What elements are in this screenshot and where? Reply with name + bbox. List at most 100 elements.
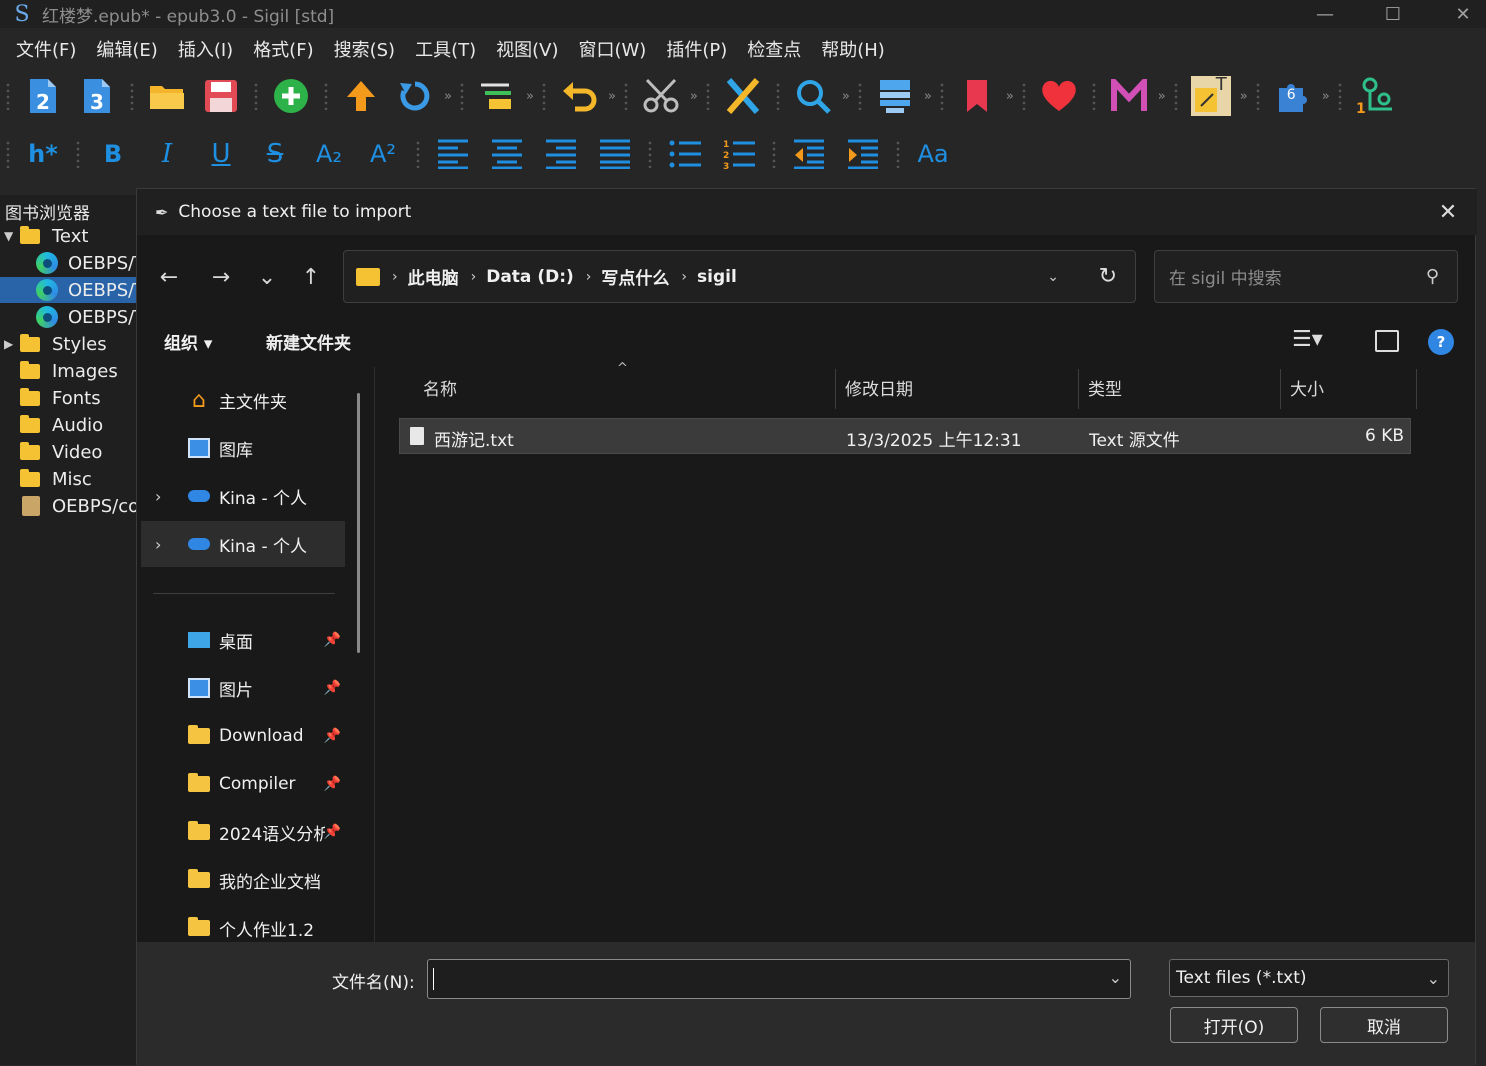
italic-button[interactable]: I (147, 134, 187, 174)
chevron-down-icon[interactable]: ⌄ (1047, 269, 1059, 285)
menu-tools[interactable]: 工具(T) (405, 36, 486, 62)
toolbar-grip[interactable] (857, 82, 862, 110)
toolbar-grip[interactable] (541, 82, 546, 110)
back-button[interactable]: ← (151, 259, 187, 295)
subscript-button[interactable]: A₂ (309, 134, 349, 174)
heading-button[interactable]: h* (23, 134, 63, 174)
refresh-icon[interactable] (395, 76, 435, 116)
filetype-select[interactable]: Text files (*.txt) ⌄ (1169, 959, 1449, 997)
column-size[interactable]: 大小 (1290, 375, 1324, 400)
align-left-icon[interactable] (433, 134, 473, 174)
align-right-icon[interactable] (541, 134, 581, 174)
expand-arrow-icon[interactable]: » (526, 89, 534, 104)
nav-desktop[interactable]: 桌面 📌 (141, 617, 345, 663)
menu-search[interactable]: 搜索(S) (324, 36, 405, 62)
expand-arrow-icon[interactable]: » (608, 89, 616, 104)
breadcrumb-folder[interactable]: 写点什么 (601, 264, 669, 289)
underline-button[interactable]: U (201, 134, 241, 174)
up-button[interactable]: ↑ (293, 259, 329, 295)
plugin-icon[interactable]: 6 (1273, 76, 1313, 116)
tree-folder-images[interactable]: Images (0, 358, 137, 384)
maximize-button[interactable]: ☐ (1358, 0, 1428, 28)
toolbar-grip[interactable] (416, 140, 420, 168)
nav-gallery[interactable]: 图库 (141, 425, 345, 471)
expand-arrow-icon[interactable]: » (444, 89, 452, 104)
expand-arrow-icon[interactable]: » (842, 89, 850, 104)
breadcrumb-this-pc[interactable]: 此电脑 (408, 264, 459, 289)
pin-icon[interactable]: 📌 (324, 680, 341, 696)
tree-folder-fonts[interactable]: Fonts (0, 385, 137, 411)
toolbar-grip[interactable] (772, 140, 776, 168)
bullet-list-icon[interactable] (665, 134, 705, 174)
toolbar-grip[interactable] (896, 140, 900, 168)
menu-window[interactable]: 窗口(W) (568, 36, 656, 62)
chevron-right-icon[interactable]: › (155, 535, 161, 554)
nav-onedrive-active[interactable]: › Kina - 个人 (141, 521, 345, 567)
preview-pane-icon[interactable] (1375, 330, 1399, 352)
text-insert-icon[interactable]: T (1190, 74, 1231, 116)
filename-input[interactable]: ⌄ (427, 959, 1131, 999)
tree-file-opf[interactable]: OEBPS/content.opf (0, 493, 137, 519)
new-folder-button[interactable]: 新建文件夹 (266, 329, 351, 354)
nav-compiler[interactable]: Compiler 📌 (141, 761, 345, 807)
nav-2024[interactable]: 2024语义分析 📌 (141, 809, 345, 855)
toolbar-grip[interactable] (623, 82, 628, 110)
forward-button[interactable]: → (203, 259, 239, 295)
toolbar-grip[interactable] (1255, 82, 1260, 110)
align-justify-icon[interactable] (595, 134, 635, 174)
tree-folder-misc[interactable]: Misc (0, 466, 137, 492)
expand-arrow-icon[interactable]: » (1158, 89, 1166, 104)
view-options-icon[interactable]: ☰▾ (1292, 327, 1323, 352)
pin-icon[interactable]: 📌 (324, 632, 341, 648)
change-case-button[interactable]: Aa (913, 134, 953, 174)
menu-insert[interactable]: 插入(I) (168, 36, 243, 62)
tree-file[interactable]: OEBPS/Text/ (0, 250, 137, 276)
strikethrough-button[interactable]: S (255, 134, 295, 174)
expand-arrow-icon[interactable]: » (1006, 89, 1014, 104)
expand-arrow-icon[interactable]: » (1240, 89, 1248, 104)
pin-icon[interactable]: 📌 (324, 776, 341, 792)
outdent-icon[interactable] (789, 134, 829, 174)
pin-icon[interactable]: 📌 (324, 824, 341, 840)
nav-home[interactable]: ⌂ 主文件夹 (141, 377, 345, 423)
menu-help[interactable]: 帮助(H) (811, 36, 895, 62)
bold-button[interactable]: B (93, 134, 133, 174)
menu-checkpoints[interactable]: 检查点 (737, 36, 811, 62)
menu-edit[interactable]: 编辑(E) (86, 36, 167, 62)
toolbar-grip[interactable] (1091, 82, 1096, 110)
expand-right-icon[interactable]: ▶ (0, 337, 20, 351)
tree-folder-text[interactable]: ▼ Text (0, 223, 137, 249)
column-divider[interactable] (1078, 369, 1079, 409)
bookmark-icon[interactable] (957, 76, 997, 116)
split-icon[interactable] (477, 76, 517, 116)
address-bar[interactable]: › 此电脑 › Data (D:) › 写点什么 › sigil ⌄ ↻ (343, 250, 1136, 303)
tree-folder-video[interactable]: Video (0, 439, 137, 465)
toolbar-grip[interactable] (6, 82, 10, 110)
toolbar-grip[interactable] (939, 82, 944, 110)
nav-homework[interactable]: 个人作业1.2 (141, 905, 345, 942)
toolbar-grip[interactable] (1173, 82, 1178, 110)
toolbar-grip[interactable] (76, 140, 80, 168)
search-input[interactable]: 在 sigil 中搜索 ⚲ (1154, 250, 1458, 303)
toolbar-grip[interactable] (705, 82, 710, 110)
m-logo-icon[interactable] (1109, 76, 1149, 116)
expand-down-icon[interactable]: ▼ (0, 229, 20, 243)
tree-folder-styles[interactable]: ▶ Styles (0, 331, 137, 357)
chevron-right-icon[interactable]: › (155, 487, 161, 506)
organize-button[interactable]: 组织 ▾ (164, 329, 212, 354)
menu-format[interactable]: 格式(F) (243, 36, 323, 62)
toolbar-grip[interactable] (324, 82, 328, 110)
column-divider[interactable] (1280, 369, 1281, 409)
pin-icon[interactable]: 📌 (324, 728, 341, 744)
add-file-icon[interactable] (271, 76, 311, 116)
toolbar-grip[interactable] (130, 82, 134, 110)
column-divider[interactable] (835, 369, 836, 409)
breadcrumb-current[interactable]: sigil (697, 267, 737, 287)
toolbar-grip[interactable] (1021, 82, 1026, 110)
indent-icon[interactable] (843, 134, 883, 174)
expand-arrow-icon[interactable]: » (924, 89, 932, 104)
toolbar-grip[interactable] (648, 140, 652, 168)
minimize-button[interactable]: — (1290, 0, 1360, 28)
nav-enterprise-docs[interactable]: 我的企业文档 (141, 857, 345, 903)
toolbar-grip[interactable] (6, 140, 10, 168)
